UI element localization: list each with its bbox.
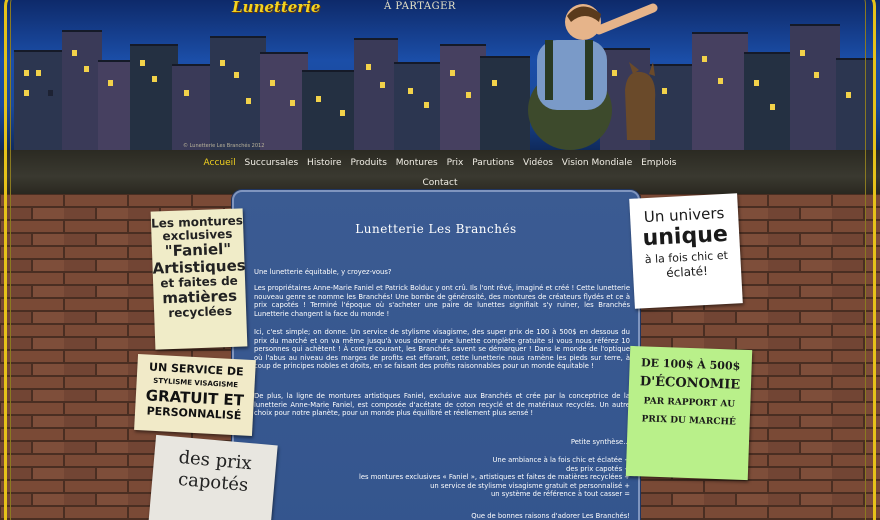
- closing-text: Que de bonnes raisons d'adorer Les Branc…: [471, 512, 630, 520]
- summary-item: les montures exclusives « Faniel », arti…: [358, 473, 630, 482]
- page-frame: Lunetterie À PARTAGER © Lunetterie Les B…: [0, 0, 880, 520]
- poster-prix-capotes: des prix capotés: [148, 434, 278, 520]
- nav-item-contact[interactable]: Contact: [422, 178, 457, 188]
- nav-item-vision-mondiale[interactable]: Vision Mondiale: [562, 158, 632, 168]
- boy-and-cat-illustration: [528, 3, 658, 150]
- poster-montures-faniel: Les montures exclusives "Faniel" Artisti…: [150, 208, 248, 350]
- tagline: À PARTAGER: [384, 1, 456, 12]
- summary-heading: Petite synthèse…: [570, 438, 630, 446]
- summary-item: un système de référence à tout casser =: [490, 490, 630, 499]
- nav-item-montures[interactable]: Montures: [396, 158, 438, 168]
- building: [790, 24, 840, 150]
- paragraph-3: De plus, la ligne de montures artistique…: [254, 392, 630, 418]
- nav-item-succursales[interactable]: Succursales: [245, 158, 299, 168]
- poster-economie: DE 100$ À 500$ D'ÉCONOMIE PAR RAPPORT AU…: [625, 345, 753, 481]
- copyright-text: © Lunetterie Les Branchés 2012: [183, 143, 265, 149]
- paragraph-1: Les propriétaires Anne-Marie Faniel et P…: [254, 284, 630, 318]
- summary-item: des prix capotés +: [566, 464, 630, 473]
- building: [14, 50, 66, 150]
- building: [836, 58, 876, 150]
- nav-item-produits[interactable]: Produits: [350, 158, 386, 168]
- building: [210, 36, 266, 150]
- nav-item-emplois[interactable]: Emplois: [641, 158, 676, 168]
- intro-text: Une lunetterie équitable, y croyez-vous?: [254, 268, 392, 276]
- nav-item-parutions[interactable]: Parutions: [472, 158, 514, 168]
- paragraph-2: Ici, c'est simple; on donne. Un service …: [254, 328, 630, 371]
- building: [394, 62, 446, 150]
- poster-service-stylisme: UN SERVICE DE STYLISME VISAGISME GRATUIT…: [134, 353, 256, 437]
- poster-univers-unique: Un univers unique à la fois chic et écla…: [629, 193, 743, 309]
- building: [302, 70, 360, 150]
- building: [744, 52, 792, 150]
- main-nav-row2: Contact: [0, 178, 880, 188]
- logo[interactable]: Lunetterie: [232, 0, 320, 16]
- page-title: Lunetterie Les Branchés: [355, 222, 517, 236]
- building: [692, 32, 748, 150]
- summary-item: un service de stylisme visagisme gratuit…: [430, 481, 630, 490]
- content-panel: Lunetterie Les Branchés Une lunetterie é…: [232, 190, 640, 520]
- nav-item-videos[interactable]: Vidéos: [523, 158, 553, 168]
- building: [260, 52, 308, 150]
- poster-line: recyclées: [168, 303, 233, 321]
- summary-item: Une ambiance à la fois chic et éclatée +: [492, 456, 630, 464]
- building: [62, 30, 102, 150]
- header-banner: Lunetterie À PARTAGER © Lunetterie Les B…: [0, 0, 880, 150]
- poster-line: PRIX DU MARCHÉ: [641, 414, 737, 428]
- building: [354, 38, 398, 150]
- nav-item-histoire[interactable]: Histoire: [307, 158, 342, 168]
- nav-item-accueil[interactable]: Accueil: [204, 158, 236, 168]
- nav-item-prix[interactable]: Prix: [447, 158, 464, 168]
- building: [130, 44, 178, 150]
- main-nav: Accueil Succursales Histoire Produits Mo…: [0, 158, 880, 168]
